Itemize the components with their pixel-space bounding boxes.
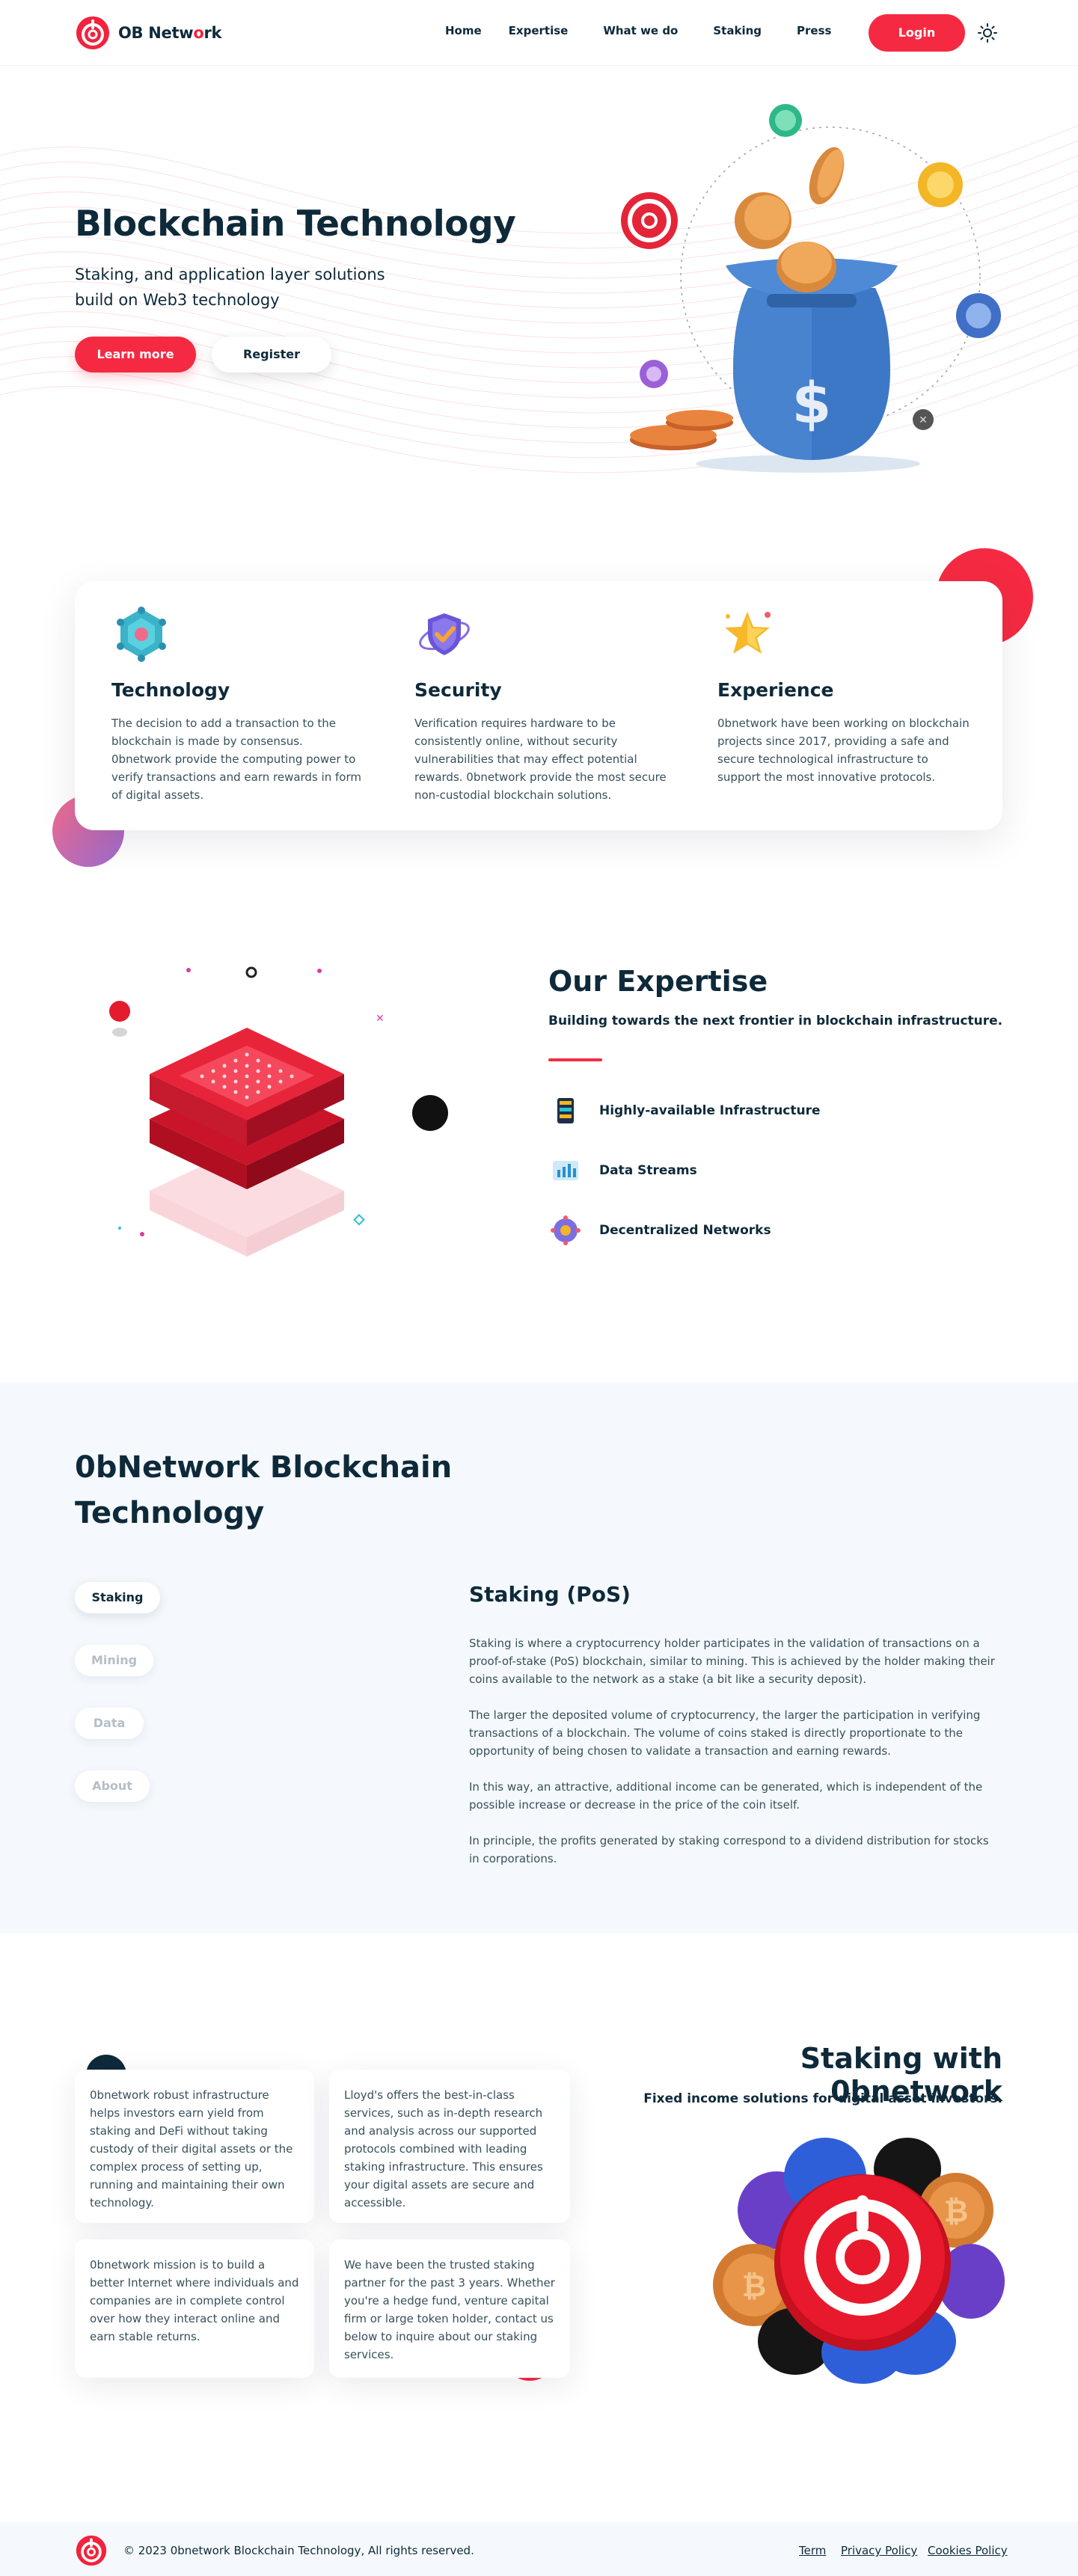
- feature-text: The decision to add a transaction to the…: [111, 717, 361, 802]
- hero-title: Blockchain Technology: [75, 203, 516, 245]
- feature-title: Experience: [717, 679, 834, 701]
- network-icon: [117, 607, 166, 662]
- staking-paragraph: In this way, an attractive, additional i…: [469, 1780, 983, 1812]
- svg-text:₿: ₿: [944, 2195, 969, 2229]
- nav-press[interactable]: Press: [797, 24, 831, 37]
- logo-icon[interactable]: [75, 2534, 108, 2567]
- svg-text:$: $: [792, 369, 832, 436]
- server-icon: [557, 1098, 574, 1123]
- learn-more-button[interactable]: Learn more: [75, 337, 196, 372]
- money-bag-illustration: $ ✕: [621, 104, 1001, 473]
- tab-mining[interactable]: Mining: [75, 1645, 153, 1676]
- staking-paragraph: In principle, the profits generated by s…: [469, 1834, 989, 1865]
- nav-home[interactable]: Home: [445, 24, 482, 37]
- expertise-item: Decentralized Networks: [548, 1213, 771, 1248]
- login-button[interactable]: Login: [869, 14, 965, 52]
- features-card: Technology The decision to add a transac…: [75, 581, 1002, 830]
- tab-staking[interactable]: Staking: [75, 1582, 160, 1613]
- feature-text: Verification requires hardware to be con…: [414, 717, 667, 802]
- expertise-item-label: Decentralized Networks: [599, 1223, 771, 1238]
- footer-link-cookies[interactable]: Cookies Policy: [928, 2544, 1008, 2557]
- footer-link-privacy[interactable]: Privacy Policy: [841, 2544, 917, 2557]
- brand-name: OB Network: [118, 24, 222, 42]
- sun-icon[interactable]: [977, 22, 998, 43]
- star-icon: [725, 612, 771, 654]
- page: OB Network Home Expertise What we do Sta…: [0, 0, 1078, 2576]
- staking-paragraph: Staking is where a cryptocurrency holder…: [469, 1637, 995, 1686]
- nav-what-we-do[interactable]: What we do: [603, 24, 678, 37]
- feature-text: 0bnetwork have been working on blockchai…: [717, 717, 970, 784]
- expertise-subtitle: Building towards the next frontier in bl…: [548, 1013, 1003, 1028]
- register-button[interactable]: Register: [212, 337, 331, 372]
- divider: [548, 1058, 602, 1061]
- staking-paragraph: The larger the deposited volume of crypt…: [469, 1708, 981, 1758]
- technology-title: 0bNetwork Blockchain Technology: [75, 1450, 453, 1530]
- tab-data[interactable]: Data: [75, 1708, 144, 1739]
- feature-title: Technology: [111, 679, 230, 701]
- footer-link-term[interactable]: Term: [799, 2544, 826, 2557]
- expertise-item: Highly-available Infrastructure: [548, 1094, 821, 1128]
- data-stream-icon: [553, 1161, 578, 1180]
- svg-text:✕: ✕: [376, 1013, 385, 1025]
- hero-subtitle: Staking, and application layer solutions…: [75, 266, 385, 309]
- expertise-item-label: Data Streams: [599, 1163, 697, 1178]
- server-stack-illustration: ✕: [109, 966, 448, 1257]
- feature-title: Security: [414, 679, 502, 701]
- nav-expertise[interactable]: Expertise: [509, 24, 569, 37]
- decentralized-network-icon: [551, 1215, 581, 1245]
- staking-subtitle: Fixed income solutions for digital asset…: [643, 2091, 1002, 2106]
- expertise-item-label: Highly-available Infrastructure: [599, 1103, 821, 1118]
- logo-icon: [76, 16, 109, 49]
- expertise-title: Our Expertise: [548, 965, 768, 998]
- svg-text:✕: ✕: [919, 414, 928, 426]
- copyright-text: © 2023 0bnetwork Blockchain Technology, …: [123, 2544, 474, 2557]
- brand-logo[interactable]: OB Network: [75, 15, 221, 51]
- nav-staking[interactable]: Staking: [713, 24, 762, 37]
- info-box: Lloyd's offers the best-in-class service…: [329, 2070, 570, 2223]
- info-box: 0bnetwork mission is to build a better I…: [75, 2239, 314, 2378]
- info-box: 0bnetwork robust infrastructure helps in…: [75, 2070, 314, 2223]
- header: OB Network Home Expertise What we do Sta…: [0, 0, 1078, 66]
- main-nav: Home Expertise What we do Staking Press: [445, 24, 831, 37]
- shield-check-icon: [419, 613, 470, 655]
- staking-pos-title: Staking (PoS): [469, 1582, 631, 1607]
- svg-text:₿: ₿: [742, 2269, 767, 2304]
- info-box: We have been the trusted staking partner…: [329, 2239, 570, 2378]
- coins-illustration: ₿ ₿: [713, 2138, 1005, 2384]
- expertise-item: Data Streams: [548, 1153, 697, 1188]
- tab-about[interactable]: About: [75, 1770, 150, 1802]
